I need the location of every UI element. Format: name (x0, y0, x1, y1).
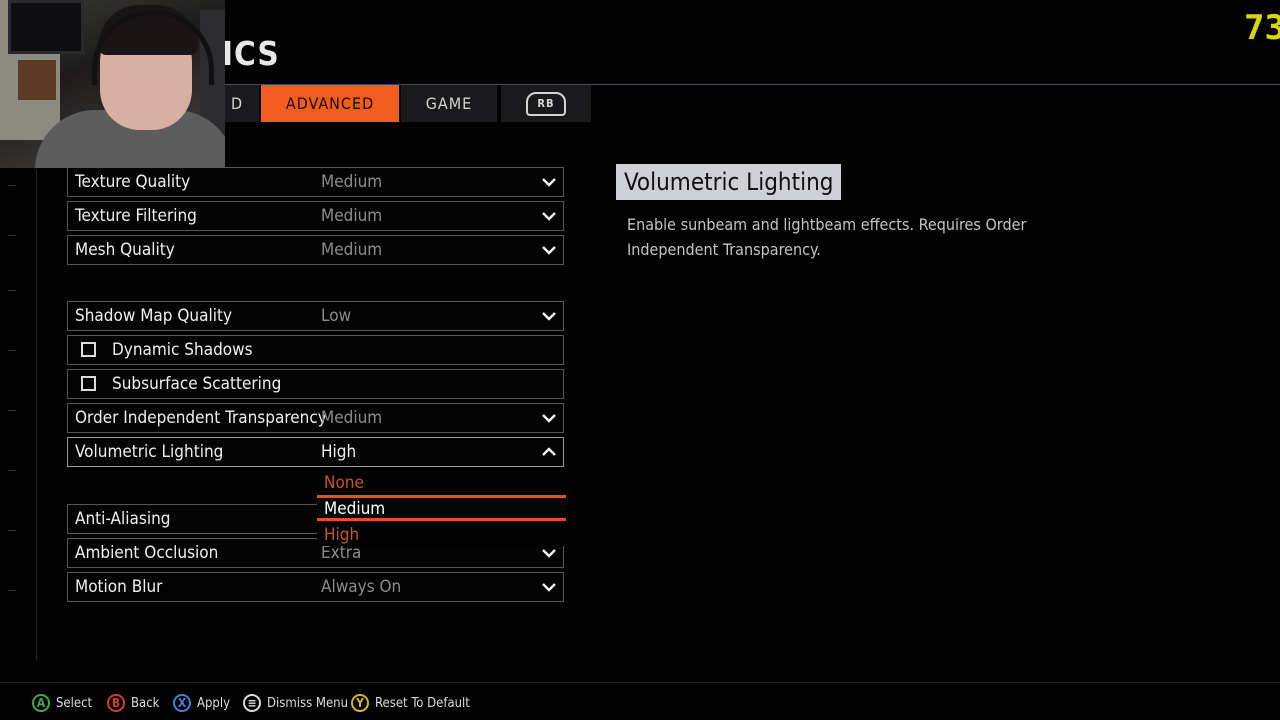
setting-mesh-quality[interactable]: Mesh Quality Medium (67, 235, 564, 265)
setting-value: Low (321, 306, 352, 326)
chevron-down-icon (542, 414, 556, 423)
checkbox[interactable] (81, 342, 96, 357)
setting-label: Motion Blur (75, 577, 163, 597)
setting-value: Extra (321, 543, 362, 563)
setting-shadow-map-quality[interactable]: Shadow Map Quality Low (67, 301, 564, 331)
footer-apply[interactable]: X Apply (173, 692, 230, 714)
b-button-icon: B (107, 694, 125, 712)
x-button-icon: X (173, 694, 191, 712)
setting-value: Medium (321, 172, 383, 192)
setting-value: Medium (321, 408, 383, 428)
edge-mark (8, 290, 16, 291)
setting-value: High (321, 442, 357, 462)
setting-label: Anti-Aliasing (75, 509, 171, 529)
rb-button-icon: RB (526, 91, 566, 116)
tab-advanced[interactable]: ADVANCED (261, 85, 399, 122)
menu-title: ICS (222, 34, 280, 73)
chevron-down-icon (542, 312, 556, 321)
left-divider (36, 170, 37, 660)
setting-label: Mesh Quality (75, 240, 175, 260)
footer-reset-default[interactable]: Y Reset To Default (351, 692, 470, 714)
setting-label: Texture Quality (75, 172, 191, 192)
chevron-down-icon (542, 246, 556, 255)
setting-value: Medium (321, 240, 383, 260)
checkbox[interactable] (81, 376, 96, 391)
tab-next-bumper[interactable]: RB (501, 85, 591, 122)
edge-mark (8, 590, 16, 591)
fps-counter: 73 (1244, 8, 1280, 48)
footer-label: Select (56, 695, 93, 711)
a-button-icon: A (32, 694, 50, 712)
edge-mark (8, 350, 16, 351)
setting-subsurface-scattering[interactable]: Subsurface Scattering (67, 369, 564, 399)
menu-button-icon: ≡ (243, 694, 261, 712)
setting-label: Order Independent Transparency (75, 408, 327, 428)
edge-mark (8, 410, 16, 411)
dropdown-selection-highlight (317, 495, 566, 521)
footer-divider (0, 682, 1280, 683)
edge-mark (8, 470, 16, 471)
chevron-up-icon (542, 447, 556, 456)
setting-value: Medium (321, 206, 383, 226)
setting-order-independent-transparency[interactable]: Order Independent Transparency Medium (67, 403, 564, 433)
setting-label: Texture Filtering (75, 206, 197, 226)
setting-texture-filtering[interactable]: Texture Filtering Medium (67, 201, 564, 231)
edge-mark (8, 185, 16, 186)
setting-label: Volumetric Lighting (75, 442, 224, 462)
chevron-down-icon (542, 549, 556, 558)
setting-label: Ambient Occlusion (75, 543, 219, 563)
webcam-overlay (0, 0, 225, 168)
footer-label: Back (131, 695, 160, 711)
chevron-down-icon (542, 212, 556, 221)
footer-label: Dismiss Menu (267, 695, 349, 711)
chevron-down-icon (542, 583, 556, 592)
setting-label: Shadow Map Quality (75, 306, 232, 326)
setting-volumetric-lighting[interactable]: Volumetric Lighting High (67, 437, 564, 467)
footer-dismiss-menu[interactable]: ≡ Dismiss Menu (243, 692, 348, 714)
footer-label: Apply (197, 695, 231, 711)
setting-texture-quality[interactable]: Texture Quality Medium (67, 167, 564, 197)
tab-game[interactable]: GAME (401, 85, 497, 122)
description-text: Enable sunbeam and lightbeam effects. Re… (627, 215, 1027, 259)
footer-label: Reset To Default (375, 695, 470, 711)
setting-label: Dynamic Shadows (112, 340, 253, 360)
setting-motion-blur[interactable]: Motion Blur Always On (67, 572, 564, 602)
description-title: Volumetric Lighting (616, 164, 842, 200)
setting-label: Subsurface Scattering (112, 374, 282, 394)
setting-value: Always On (321, 577, 402, 597)
footer-select[interactable]: A Select (32, 692, 92, 714)
y-button-icon: Y (351, 694, 369, 712)
dropdown-option-none[interactable]: None (324, 473, 364, 493)
edge-mark (8, 530, 16, 531)
edge-mark (8, 235, 16, 236)
chevron-down-icon (542, 178, 556, 187)
footer-back[interactable]: B Back (107, 692, 159, 714)
setting-dynamic-shadows[interactable]: Dynamic Shadows (67, 335, 564, 365)
